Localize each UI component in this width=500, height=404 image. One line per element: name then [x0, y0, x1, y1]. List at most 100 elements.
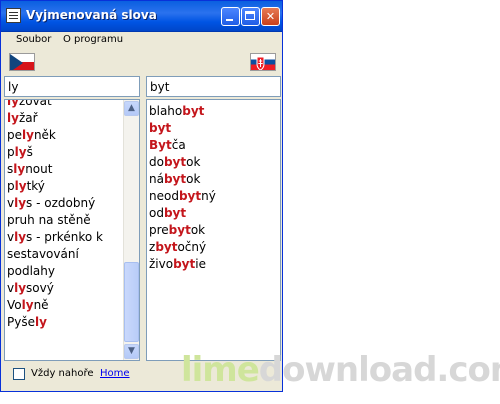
window-title: Vyjmenovaná slova — [26, 8, 157, 22]
scroll-up-icon[interactable]: ▲ — [124, 101, 139, 116]
always-on-top-checkbox[interactable] — [13, 368, 25, 380]
list-item[interactable]: vlys - prkénko k — [7, 229, 103, 246]
maximize-icon — [245, 11, 255, 20]
highlighted-syllable: byt — [155, 240, 178, 254]
highlighted-syllable: byt — [178, 189, 202, 203]
word-part: ná — [149, 172, 164, 186]
menu-o-programu[interactable]: O programu — [63, 34, 123, 45]
slovak-flag-icon[interactable] — [250, 53, 276, 71]
list-item[interactable]: lyzovat — [7, 99, 103, 110]
list-item[interactable]: vlys - ozdobný — [7, 195, 103, 212]
language-bar — [1, 50, 282, 75]
highlighted-syllable: ly — [34, 315, 47, 329]
word-part: do — [149, 155, 164, 169]
close-icon: ✕ — [265, 10, 276, 23]
czech-flag-icon[interactable] — [9, 53, 35, 71]
list-item[interactable]: nábytok — [149, 171, 216, 188]
list-item[interactable]: pelyněk — [7, 127, 103, 144]
menu-bar: Soubor O programu — [1, 32, 282, 49]
word-part: něk — [33, 128, 56, 142]
word-part: pe — [7, 128, 22, 142]
word-part: p — [7, 179, 15, 193]
list-item[interactable]: neodbytný — [149, 188, 216, 205]
highlighted-syllable: ly — [14, 230, 27, 244]
list-item[interactable]: lyžař — [7, 110, 103, 127]
list-item[interactable]: Pyšely — [7, 314, 103, 331]
word-part: žař — [18, 111, 38, 125]
list-item[interactable]: sestavování — [7, 246, 103, 263]
highlighted-syllable: byt — [168, 223, 191, 237]
highlighted-syllable: ly — [14, 145, 27, 159]
home-link[interactable]: Home — [100, 368, 130, 379]
word-part: pre — [149, 223, 169, 237]
highlighted-syllable: ly — [7, 99, 19, 108]
highlighted-syllable: byt — [163, 155, 187, 169]
word-part: ča — [171, 138, 186, 152]
highlighted-syllable: Byt — [149, 138, 172, 152]
minimize-icon — [226, 19, 233, 21]
word-part: s - prkénko k — [26, 230, 103, 244]
word-part: tký — [26, 179, 45, 193]
list-item[interactable]: Volyně — [7, 297, 103, 314]
list-item[interactable]: živobytie — [149, 256, 216, 273]
word-part: ně — [33, 298, 49, 312]
title-bar[interactable]: Vyjmenovaná slova ✕ — [1, 1, 282, 32]
highlighted-syllable: ly — [7, 111, 19, 125]
list-item[interactable]: plytký — [7, 178, 103, 195]
list-item[interactable]: blahobyt — [149, 103, 216, 120]
word-part: Pyše — [7, 315, 35, 329]
list-item[interactable]: odbyt — [149, 205, 216, 222]
watermark-logo: limedownload.com — [181, 350, 500, 390]
highlighted-syllable: ly — [14, 196, 27, 210]
search-input-czech[interactable]: ly — [4, 76, 140, 97]
scroll-down-icon[interactable]: ▼ — [124, 344, 139, 359]
highlighted-syllable: byt — [149, 121, 172, 135]
list-item[interactable]: podlahy — [7, 263, 103, 280]
word-part: sový — [26, 281, 54, 295]
highlighted-syllable: ly — [13, 162, 26, 176]
word-list-czech[interactable]: lyzovat lyžař pelyněk plyš slynout plytký vlys… — [4, 99, 140, 361]
word-part: od — [149, 206, 164, 220]
highlighted-syllable: ly — [22, 128, 34, 142]
highlighted-syllable: ly — [14, 179, 27, 193]
watermark-part-download: download.com — [258, 350, 500, 390]
highlighted-syllable: byt — [163, 206, 187, 220]
list-item[interactable]: dobytok — [149, 154, 216, 171]
list-item[interactable]: Bytča — [149, 137, 216, 154]
word-part: ok — [186, 155, 201, 169]
list-item[interactable]: pruh na stěně — [7, 212, 103, 229]
word-part: očný — [177, 240, 207, 254]
word-part: ie — [195, 257, 206, 271]
list-item[interactable]: prebytok — [149, 222, 216, 239]
close-button[interactable]: ✕ — [261, 7, 280, 26]
word-part: ok — [190, 223, 206, 237]
watermark-part-lime: lime — [181, 350, 260, 390]
always-on-top-label: Vždy nahoře — [31, 368, 94, 379]
scroll-thumb[interactable] — [124, 262, 139, 342]
maximize-button[interactable] — [241, 7, 260, 26]
word-part: podlahy — [7, 264, 55, 278]
word-part: živo — [149, 257, 174, 271]
minimize-button[interactable] — [221, 7, 240, 26]
highlighted-syllable: ly — [14, 281, 27, 295]
list-item[interactable]: plyš — [7, 144, 103, 161]
highlighted-syllable: byt — [173, 257, 196, 271]
word-part: ný — [201, 189, 216, 203]
list-item[interactable]: vlysový — [7, 280, 103, 297]
scrollbar[interactable]: ▲ ▼ — [123, 100, 139, 360]
word-part: nout — [25, 162, 53, 176]
list-item[interactable]: byt — [149, 120, 216, 137]
word-part: ok — [186, 172, 201, 186]
list-item[interactable]: zbytočný — [149, 239, 216, 256]
word-part: š — [26, 145, 33, 159]
word-part: s - ozdobný — [26, 196, 96, 210]
word-part: neod — [149, 189, 179, 203]
highlighted-syllable: byt — [163, 172, 187, 186]
word-part: Vo — [7, 298, 22, 312]
word-list-slovak[interactable]: blahobyt byt Bytča dobytok nábytok neodbytný o… — [146, 99, 281, 361]
list-item[interactable]: slynout — [7, 161, 103, 178]
menu-soubor[interactable]: Soubor — [16, 34, 51, 45]
highlighted-syllable: ly — [21, 298, 34, 312]
word-part: p — [7, 145, 15, 159]
search-input-slovak[interactable]: byt — [146, 76, 281, 97]
